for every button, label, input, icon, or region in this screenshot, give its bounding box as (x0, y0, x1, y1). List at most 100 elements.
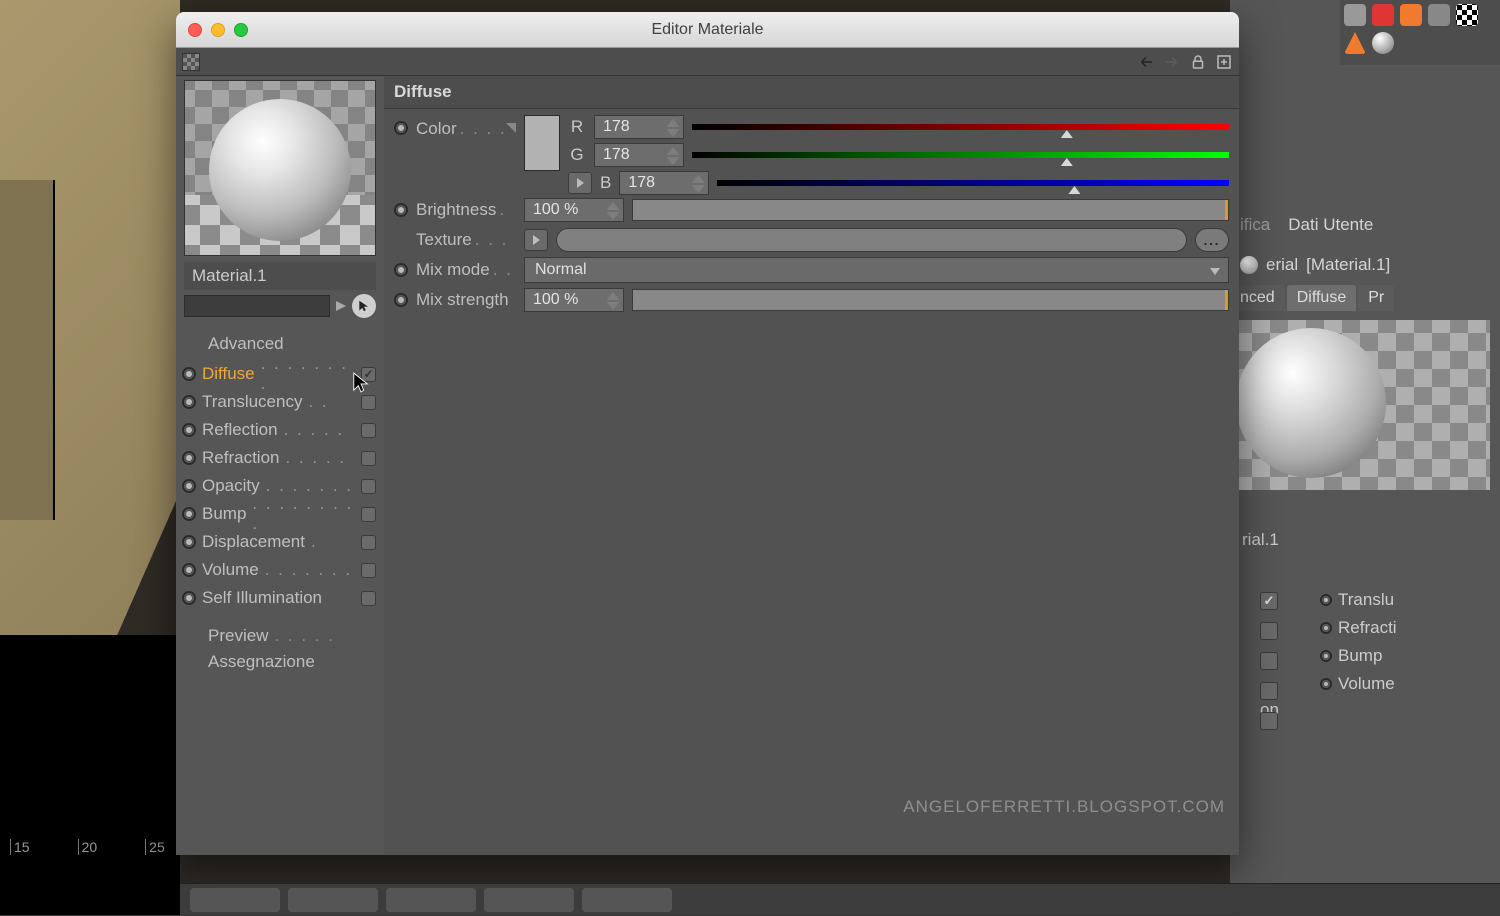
attr-material-name: rial.1 (1240, 530, 1500, 550)
param-anim-icon[interactable] (394, 121, 408, 135)
channel-bump[interactable]: Bump . . . . . . . . . (182, 500, 376, 528)
attr-ch[interactable]: Volume (1338, 674, 1395, 694)
tool-icon[interactable] (1344, 4, 1366, 26)
attr-subtab-active[interactable]: Diffuse (1287, 285, 1357, 311)
material-name-field[interactable]: Material.1 (184, 262, 376, 290)
r-slider[interactable] (692, 118, 1229, 136)
timeline-tick: 15 (10, 839, 30, 855)
sidebar-search-row (184, 294, 376, 318)
channel-checkbox[interactable] (361, 563, 376, 578)
material-editor-window: Editor Materiale Material.1 Ad (176, 12, 1239, 855)
param-anim-icon[interactable] (182, 591, 196, 605)
g-slider[interactable] (692, 146, 1229, 164)
b-slider[interactable] (717, 174, 1229, 192)
attr-checkbox[interactable] (1260, 622, 1278, 640)
channel-checkbox[interactable] (361, 479, 376, 494)
param-anim-icon[interactable] (394, 203, 408, 217)
material-preview[interactable] (184, 80, 376, 256)
back-arrow-icon[interactable] (1137, 53, 1155, 71)
footer-chip[interactable] (288, 888, 378, 912)
attr-tab[interactable]: ifica (1240, 215, 1270, 235)
footer-chip[interactable] (386, 888, 476, 912)
pick-arrow-button[interactable] (352, 294, 376, 318)
attr-tabs: ifica Dati Utente (1230, 215, 1500, 235)
brightness-input[interactable]: 100 % (524, 198, 624, 222)
channel-self-illumination[interactable]: Self Illumination (182, 584, 376, 612)
param-anim-icon[interactable] (182, 563, 196, 577)
channel-displacement[interactable]: Displacement . (182, 528, 376, 556)
footer-chip[interactable] (484, 888, 574, 912)
mixmode-dropdown[interactable]: Normal (524, 257, 1229, 283)
channel-translucency[interactable]: Translucency . . (182, 388, 376, 416)
g-input[interactable]: 178 (594, 143, 684, 167)
param-anim-icon[interactable] (182, 395, 196, 409)
r-input[interactable]: 178 (594, 115, 684, 139)
color-expand-button[interactable] (568, 172, 592, 194)
attr-subtab[interactable]: Pr (1358, 285, 1394, 311)
channel-label: Self Illumination (202, 588, 322, 608)
dots-filler: . . . . . . . (266, 476, 355, 496)
tool-icon[interactable] (1372, 4, 1394, 26)
titlebar[interactable]: Editor Materiale (176, 12, 1239, 48)
checker-icon[interactable] (1456, 4, 1478, 26)
brightness-slider[interactable] (632, 199, 1229, 221)
attr-checkbox[interactable] (1260, 682, 1278, 700)
footer-chip[interactable] (582, 888, 672, 912)
param-anim-icon[interactable] (394, 263, 408, 277)
room-dark (0, 635, 180, 915)
mixstrength-slider[interactable] (632, 289, 1229, 311)
channel-checkbox[interactable] (361, 451, 376, 466)
channel-volume[interactable]: Volume . . . . . . . (182, 556, 376, 584)
param-anim-icon[interactable] (182, 479, 196, 493)
texture-field[interactable] (556, 228, 1187, 252)
channel-checkbox[interactable] (361, 507, 376, 522)
search-input[interactable] (184, 295, 330, 317)
tool-icon[interactable] (1428, 4, 1450, 26)
brightness-label: Brightness (416, 200, 496, 220)
attr-ch[interactable]: Refracti (1338, 618, 1397, 638)
param-anim-icon[interactable] (182, 423, 196, 437)
channel-checkbox[interactable] (361, 395, 376, 410)
channel-label: Reflection (202, 420, 278, 440)
attr-checkbox[interactable] (1260, 652, 1278, 670)
channel-reflection[interactable]: Reflection . . . . . (182, 416, 376, 444)
attr-checkbox[interactable] (1260, 592, 1278, 610)
attr-ch[interactable]: Translu (1338, 590, 1394, 610)
b-input[interactable]: 178 (619, 171, 709, 195)
param-anim-icon[interactable] (394, 293, 408, 307)
lock-icon[interactable] (1189, 53, 1207, 71)
search-menu-icon[interactable] (334, 296, 348, 316)
param-anim-icon[interactable] (182, 367, 196, 381)
new-tab-icon[interactable] (1215, 53, 1233, 71)
g-label: G (568, 145, 586, 165)
footer-chip[interactable] (190, 888, 280, 912)
assignment-link[interactable]: Assegnazione (182, 648, 376, 674)
attribute-manager-bg: ifica Dati Utente erial [Material.1] nce… (1230, 0, 1500, 915)
tool-icon[interactable] (1400, 4, 1422, 26)
channel-diffuse[interactable]: Diffuse . . . . . . . . (182, 360, 376, 388)
channel-checkbox[interactable] (361, 423, 376, 438)
channel-checkbox[interactable] (361, 591, 376, 606)
texture-menu-button[interactable] (524, 229, 548, 251)
channel-refraction[interactable]: Refraction . . . . . (182, 444, 376, 472)
attr-ch[interactable]: Bump (1338, 646, 1382, 666)
param-anim-icon[interactable] (182, 451, 196, 465)
window-title: Editor Materiale (176, 21, 1239, 39)
mixstrength-input[interactable]: 100 % (524, 288, 624, 312)
attr-tab[interactable]: Dati Utente (1288, 215, 1373, 235)
checker-toggle-icon[interactable] (182, 53, 200, 71)
attr-checkbox[interactable] (1260, 712, 1278, 730)
color-menu-icon[interactable] (506, 123, 516, 133)
attr-preview (1230, 320, 1490, 490)
attr-channels-partial: Translu Refracti Bump Volume (1320, 590, 1500, 694)
preview-link[interactable]: Preview. . . . . (182, 622, 376, 648)
color-swatch[interactable] (524, 115, 560, 171)
sphere-icon[interactable] (1372, 32, 1394, 54)
texture-browse-button[interactable]: ... (1195, 228, 1229, 252)
triangle-icon[interactable] (1344, 32, 1366, 54)
forward-arrow-icon[interactable] (1163, 53, 1181, 71)
section-heading: Diffuse (384, 76, 1239, 109)
channel-checkbox[interactable] (361, 535, 376, 550)
param-anim-icon[interactable] (182, 507, 196, 521)
param-anim-icon[interactable] (182, 535, 196, 549)
